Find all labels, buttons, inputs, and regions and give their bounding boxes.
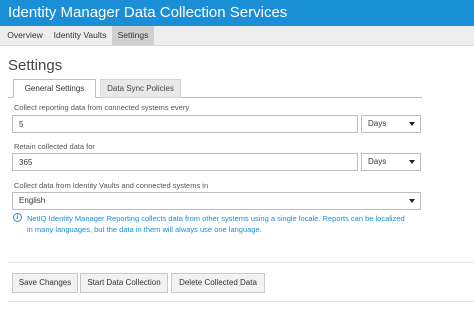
collect-interval-unit-value: Days xyxy=(368,119,387,128)
tab-settings[interactable]: Settings xyxy=(112,26,154,45)
page-title: Settings xyxy=(8,57,63,74)
divider xyxy=(8,301,474,302)
chevron-down-icon xyxy=(409,160,415,164)
tab-general-settings[interactable]: General Settings xyxy=(13,79,96,98)
tab-data-sync-policies[interactable]: Data Sync Policies xyxy=(100,79,181,98)
locale-info-text: NetIQ Identity Manager Reporting collect… xyxy=(27,214,405,234)
chevron-down-icon xyxy=(409,199,415,203)
app-header: Identity Manager Data Collection Service… xyxy=(0,0,474,26)
save-changes-button[interactable]: Save Changes xyxy=(12,273,78,293)
collect-interval-unit-select[interactable]: Days xyxy=(361,115,421,133)
delete-collected-data-button[interactable]: Delete Collected Data xyxy=(171,273,265,293)
divider xyxy=(8,262,474,263)
start-data-collection-button[interactable]: Start Data Collection xyxy=(80,273,168,293)
collection-language-select[interactable]: English xyxy=(12,192,421,210)
retain-period-label: Retain collected data for xyxy=(14,142,95,151)
tab-overview[interactable]: Overview xyxy=(3,26,47,45)
tab-identity-vaults[interactable]: Identity Vaults xyxy=(50,26,110,45)
collect-interval-input[interactable] xyxy=(12,115,358,133)
retain-period-unit-select[interactable]: Days xyxy=(361,153,421,171)
collection-language-value: English xyxy=(19,196,46,205)
app-title: Identity Manager Data Collection Service… xyxy=(8,4,288,21)
retain-period-input[interactable] xyxy=(12,153,358,171)
settings-tabbar: General Settings Data Sync Policies xyxy=(8,79,422,98)
collect-interval-label: Collect reporting data from connected sy… xyxy=(14,103,190,112)
info-icon: i xyxy=(13,213,22,222)
collection-language-label: Collect data from Identity Vaults and co… xyxy=(14,181,209,190)
chevron-down-icon xyxy=(409,122,415,126)
main-nav: Overview Identity Vaults Settings xyxy=(0,26,474,46)
retain-period-unit-value: Days xyxy=(368,157,387,166)
